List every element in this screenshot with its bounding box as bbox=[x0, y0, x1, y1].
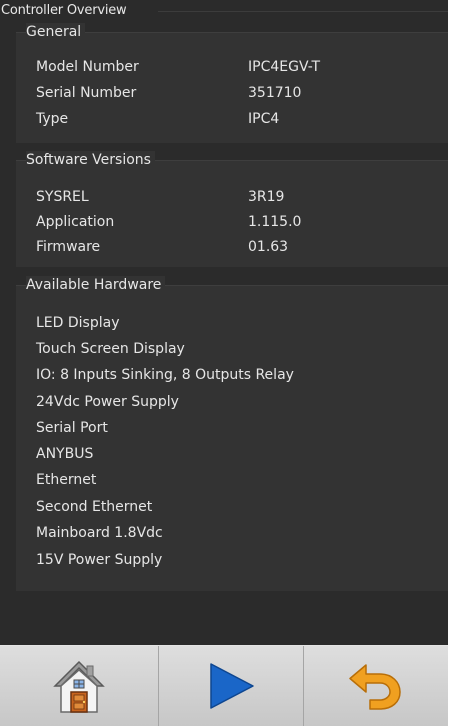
hardware-item: ANYBUS bbox=[36, 446, 94, 462]
footer-toolbar bbox=[0, 645, 448, 726]
model-number-label: Model Number bbox=[36, 59, 139, 75]
controller-overview-screen: Controller Overview General Model Number… bbox=[0, 0, 448, 726]
play-button[interactable] bbox=[159, 646, 304, 726]
application-value: 1.115.0 bbox=[248, 214, 302, 230]
home-icon bbox=[53, 660, 105, 713]
model-number-value: IPC4EGV-T bbox=[248, 59, 321, 75]
title-divider bbox=[158, 11, 448, 12]
type-value: IPC4 bbox=[248, 111, 280, 127]
hardware-item: Second Ethernet bbox=[36, 499, 153, 515]
hardware-item: Ethernet bbox=[36, 472, 97, 488]
hardware-item: 24Vdc Power Supply bbox=[36, 394, 179, 410]
undo-button[interactable] bbox=[304, 646, 448, 726]
hardware-item: 15V Power Supply bbox=[36, 552, 163, 568]
page-title: Controller Overview bbox=[1, 3, 127, 18]
general-heading: General bbox=[26, 23, 86, 41]
application-label: Application bbox=[36, 214, 115, 230]
hardware-item: IO: 8 Inputs Sinking, 8 Outputs Relay bbox=[36, 367, 294, 383]
play-icon bbox=[210, 663, 254, 709]
undo-icon bbox=[349, 664, 401, 710]
hardware-item: Serial Port bbox=[36, 420, 108, 436]
software-versions-heading: Software Versions bbox=[26, 151, 155, 169]
application-row: Application 1.115.0 bbox=[36, 213, 301, 231]
serial-number-value: 351710 bbox=[248, 85, 302, 101]
home-button[interactable] bbox=[0, 646, 159, 726]
sysrel-label: SYSREL bbox=[36, 189, 89, 205]
type-row: Type IPC4 bbox=[36, 110, 279, 128]
firmware-label: Firmware bbox=[36, 239, 101, 255]
general-group: General Model Number IPC4EGV-T Serial Nu… bbox=[16, 23, 448, 143]
model-number-row: Model Number IPC4EGV-T bbox=[36, 58, 320, 76]
software-versions-group: Software Versions SYSREL 3R19 Applicatio… bbox=[16, 151, 448, 267]
available-hardware-group: Available Hardware LED Display Touch Scr… bbox=[16, 276, 448, 591]
type-label: Type bbox=[36, 111, 69, 127]
hardware-item: Touch Screen Display bbox=[36, 341, 185, 357]
hardware-item: LED Display bbox=[36, 315, 120, 331]
firmware-row: Firmware 01.63 bbox=[36, 238, 288, 256]
sysrel-row: SYSREL 3R19 bbox=[36, 188, 284, 206]
hardware-item: Mainboard 1.8Vdc bbox=[36, 525, 163, 541]
serial-number-row: Serial Number 351710 bbox=[36, 84, 301, 102]
available-hardware-heading: Available Hardware bbox=[26, 276, 166, 294]
sysrel-value: 3R19 bbox=[248, 189, 285, 205]
firmware-value: 01.63 bbox=[248, 239, 289, 255]
serial-number-label: Serial Number bbox=[36, 85, 137, 101]
